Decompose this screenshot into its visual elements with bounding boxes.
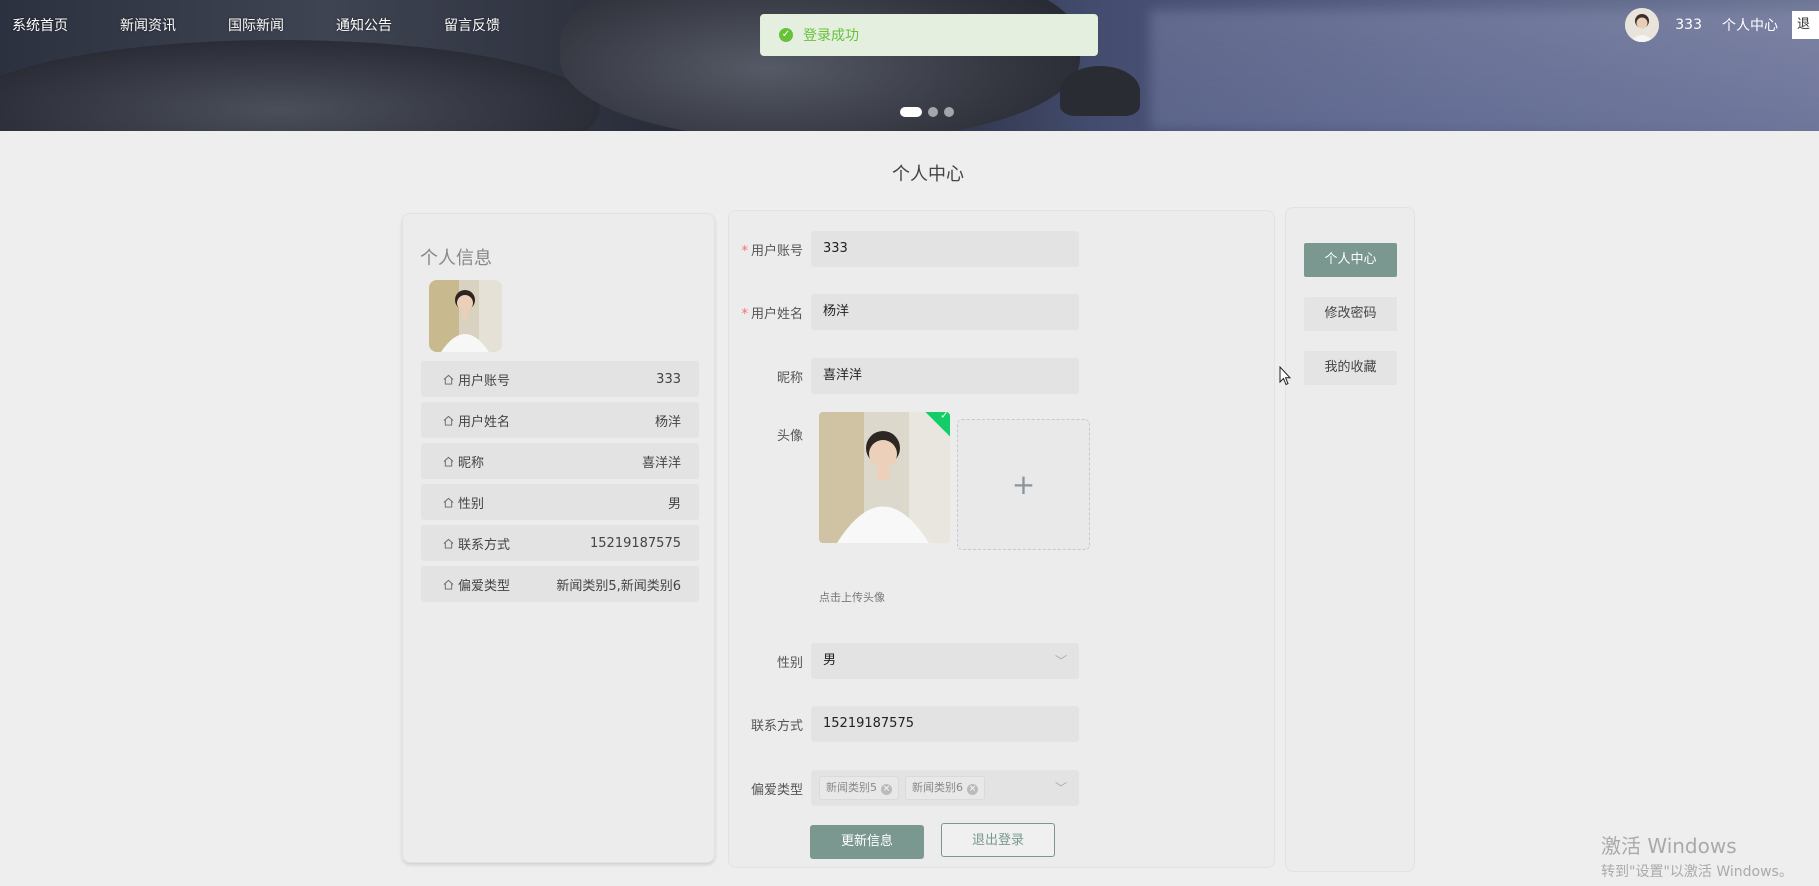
gender-select[interactable]: 男 ﹀	[811, 643, 1079, 679]
logout-button[interactable]: 退出登录	[941, 823, 1055, 857]
upload-tip: 点击上传头像	[819, 591, 885, 604]
tag-label: 新闻类别6	[912, 781, 963, 794]
gender-label: 性别	[776, 655, 803, 671]
profile-form: * 用户账号 333 * 用户姓名 杨洋 昵称 喜洋洋 头像 ✓ + 点击上传头像 …	[728, 210, 1275, 868]
form-row-gender: 性别 男 ﹀	[729, 643, 1276, 679]
carousel-dot[interactable]	[900, 107, 922, 117]
home-icon	[443, 456, 454, 467]
update-info-button[interactable]: 更新信息	[810, 825, 924, 859]
toast-message: 登录成功	[803, 28, 859, 44]
watermark-line2: 转到"设置"以激活 Windows。	[1601, 864, 1793, 880]
phone-label: 联系方式	[750, 718, 803, 734]
mouse-cursor-icon	[1279, 366, 1291, 386]
nav-item-home[interactable]: 系统首页	[12, 15, 68, 35]
uploaded-avatar-thumbnail[interactable]: ✓	[819, 412, 950, 543]
home-icon	[443, 579, 454, 590]
panel-title: 个人信息	[420, 248, 492, 269]
info-label: 用户姓名	[458, 414, 511, 430]
chevron-down-icon: ﹀	[1054, 781, 1067, 795]
form-row-preference: 偏爱类型 新闻类别5 × 新闻类别6 × ﹀	[729, 770, 1276, 806]
tag-label: 新闻类别5	[826, 781, 877, 794]
banner-image-rock	[1060, 66, 1140, 116]
name-input[interactable]: 杨洋	[811, 294, 1079, 330]
avatar	[429, 280, 502, 352]
personal-center-link[interactable]: 个人中心	[1722, 15, 1778, 35]
windows-activation-watermark: 激活 Windows 转到"设置"以激活 Windows。	[1601, 830, 1793, 881]
success-toast: ✓ 登录成功	[760, 14, 1098, 56]
preference-tag: 新闻类别5 ×	[819, 776, 899, 800]
logout-link[interactable]: 退	[1792, 11, 1819, 39]
list-item: 用户姓名 杨洋	[421, 402, 699, 438]
nav-item-international-news[interactable]: 国际新闻	[228, 15, 284, 35]
carousel-dot[interactable]	[944, 107, 954, 117]
avatar[interactable]	[1625, 8, 1660, 42]
info-label: 性别	[458, 496, 485, 512]
preference-multiselect[interactable]: 新闻类别5 × 新闻类别6 × ﹀	[811, 770, 1079, 806]
required-mark: *	[741, 306, 748, 322]
plus-icon: +	[1011, 468, 1036, 501]
account-label: 用户账号	[750, 243, 803, 259]
info-list: 用户账号 333 用户姓名 杨洋 昵称 喜洋洋 性别 男 联系方式 152191…	[421, 361, 699, 607]
nav-item-feedback[interactable]: 留言反馈	[444, 15, 500, 35]
info-label: 偏爱类型	[458, 578, 511, 594]
user-photo-icon	[819, 412, 950, 543]
info-value: 新闻类别5,新闻类别6	[556, 578, 681, 594]
list-item: 联系方式 15219187575	[421, 525, 699, 561]
side-menu: 个人中心 修改密码 我的收藏	[1285, 207, 1415, 872]
home-icon	[443, 415, 454, 426]
personal-info-panel: 个人信息 用户账号 333 用户姓名 杨洋 昵称 喜洋洋 性别 男 联系方式 1…	[402, 213, 715, 863]
nickname-input[interactable]: 喜洋洋	[811, 358, 1079, 394]
user-photo-icon	[1625, 8, 1660, 42]
user-box: 333 个人中心 退	[1625, 8, 1819, 42]
gender-value: 男	[823, 653, 837, 668]
account-input[interactable]: 333	[811, 231, 1079, 267]
close-icon[interactable]: ×	[967, 784, 978, 795]
info-value: 333	[656, 371, 681, 387]
info-label: 用户账号	[458, 373, 511, 389]
name-label: 用户姓名	[750, 306, 803, 322]
info-label: 昵称	[458, 455, 485, 471]
required-mark: *	[741, 243, 748, 259]
home-icon	[443, 497, 454, 508]
preference-tag: 新闻类别6 ×	[905, 776, 985, 800]
list-item: 偏爱类型 新闻类别5,新闻类别6	[421, 566, 699, 602]
carousel-indicators	[900, 107, 954, 117]
home-icon	[443, 538, 454, 549]
list-item: 用户账号 333	[421, 361, 699, 397]
upload-avatar-button[interactable]: +	[957, 419, 1090, 550]
page-title: 个人中心	[892, 164, 964, 185]
close-icon[interactable]: ×	[881, 784, 892, 795]
avatar-label: 头像	[776, 429, 803, 444]
watermark-line1: 激活 Windows	[1601, 834, 1737, 858]
info-value: 男	[667, 496, 681, 512]
nav-item-news[interactable]: 新闻资讯	[120, 15, 176, 35]
form-row-nickname: 昵称 喜洋洋	[729, 358, 1276, 394]
top-nav: 系统首页 新闻资讯 国际新闻 通知公告 留言反馈	[0, 0, 540, 50]
form-row-name: * 用户姓名 杨洋	[729, 294, 1276, 330]
list-item: 昵称 喜洋洋	[421, 443, 699, 479]
info-label: 联系方式	[458, 537, 511, 553]
form-row-account: * 用户账号 333	[729, 231, 1276, 267]
carousel-dot[interactable]	[928, 107, 938, 117]
nickname-label: 昵称	[776, 370, 803, 386]
phone-input[interactable]: 15219187575	[811, 706, 1079, 742]
banner-image-rock	[0, 40, 600, 131]
list-item: 性别 男	[421, 484, 699, 520]
info-value: 喜洋洋	[641, 455, 681, 471]
home-icon	[443, 374, 454, 385]
info-value: 杨洋	[654, 414, 681, 430]
check-circle-icon: ✓	[779, 28, 793, 42]
check-icon: ✓	[940, 412, 949, 422]
username: 333	[1675, 17, 1702, 33]
info-value: 15219187575	[590, 535, 681, 551]
preference-label: 偏爱类型	[750, 782, 803, 798]
side-menu-change-password[interactable]: 修改密码	[1304, 297, 1397, 331]
nav-item-notices[interactable]: 通知公告	[336, 15, 392, 35]
form-row-phone: 联系方式 15219187575	[729, 706, 1276, 742]
user-photo-icon	[429, 280, 502, 352]
side-menu-personal-center[interactable]: 个人中心	[1304, 243, 1397, 277]
side-menu-my-favorites[interactable]: 我的收藏	[1304, 351, 1397, 385]
chevron-down-icon: ﹀	[1054, 654, 1067, 668]
